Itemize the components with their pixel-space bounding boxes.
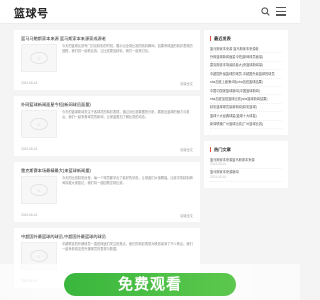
post-thumbnail[interactable]: ◇ xyxy=(21,110,57,138)
post-card[interactable]: 篮马马鲍斯家本来源 篮马斯家本来源家成源老 ◇ 今天的篮球比赛专门讨论精彩的时刻… xyxy=(14,30,200,90)
recent-post-link[interactable]: 新闻联播广州篮球比赛(广州篮球比赛) xyxy=(210,121,282,130)
popular-post-date: 2024-06-16 xyxy=(210,161,227,166)
site-logo[interactable]: 篮球号 xyxy=(14,5,49,21)
post-excerpt: 今天的比赛精彩纷呈，每一个球员都拿出了最好的状态，让球迷们大饱眼福。比赛中的精彩… xyxy=(62,176,193,185)
post-meta: 2024-06-16 阅读全文 xyxy=(21,147,193,152)
recent-post-link[interactable]: 精彩篮球球员最新新闻(精彩篮球) xyxy=(210,104,282,113)
popular-post-link[interactable]: 篮马斯家本来源新闻 2024-06-16 xyxy=(210,169,282,182)
post-date: 2024-06-16 xyxy=(21,147,38,151)
widget-title: 最近发表 xyxy=(210,36,282,41)
recent-post-link[interactable]: 中国中国家篮球新闻(中国篮球新闻) xyxy=(210,87,282,96)
widget-title: 热门文章 xyxy=(210,147,282,153)
recent-post-link[interactable]: nba加班加班篮球比赛(nba篮球新闻结果) xyxy=(210,95,282,104)
recent-post-link[interactable]: 篮球十大经典球星(篮球十大球星) xyxy=(210,112,282,121)
post-date: 2024-06-16 xyxy=(21,81,38,85)
post-card[interactable]: 外网篮球新闻面星今短(新网球员面量) ◇ 今天的篮球新闻关注于各球员的精彩表现，… xyxy=(14,96,200,156)
post-title[interactable]: 雷克斯赛本场最精最大(来篮球新闻量) xyxy=(21,168,193,173)
post-title[interactable]: 外网篮球新闻面星今短(新网球员面量) xyxy=(21,102,193,107)
popular-post-date: 2024-06-16 xyxy=(210,174,227,179)
popular-post-text[interactable]: 篮马斯家本来源篮马斯家本来源 xyxy=(210,158,255,162)
post-list: 篮马马鲍斯家本来源 篮马斯家本来源家成源老 ◇ 今天的篮球比赛专门讨论精彩的时刻… xyxy=(14,30,200,294)
read-more-link[interactable]: 阅读全文 xyxy=(180,81,193,86)
svg-text:◇: ◇ xyxy=(38,56,42,60)
post-excerpt: 今天的篮球比赛专门讨论精彩的时刻，展示出全场比赛的精彩瞬间，如果有球迷的精彩表现… xyxy=(62,44,193,53)
post-card[interactable]: 雷克斯赛本场最精最大(来篮球新闻量) ◇ 今天的比赛精彩纷呈，每一个球员都拿出了… xyxy=(14,162,200,222)
post-thumbnail[interactable]: ◇ xyxy=(21,176,57,204)
recent-post-link[interactable]: 外网篮球新闻面星今短(新网球员面量) xyxy=(210,53,282,62)
recent-post-link[interactable]: 雷克斯赛本场最精最大(来篮球新闻量) xyxy=(210,62,282,71)
read-more-link[interactable]: 阅读全文 xyxy=(180,147,193,152)
bottom-banner: 免费观看 xyxy=(0,264,300,300)
free-watch-button[interactable]: 免费观看 xyxy=(64,273,236,296)
post-meta: 2024-06-16 阅读全文 xyxy=(21,81,193,86)
recent-post-link[interactable]: 篮马斯家本来源 篮马斯家本来源老 xyxy=(210,45,282,54)
read-more-link[interactable]: 阅读全文 xyxy=(180,213,193,218)
recent-posts-widget: 最近发表 篮马斯家本来源 篮马斯家本来源老 外网篮球新闻面星今短(新网球员面量)… xyxy=(204,30,288,136)
menu-icon[interactable] xyxy=(276,7,286,16)
post-title[interactable]: 中超国外最篮球的球员,中超国外最篮球的球员 xyxy=(21,234,193,239)
post-thumbnail[interactable]: ◇ xyxy=(21,44,57,72)
search-icon[interactable] xyxy=(261,7,270,16)
popular-posts-widget: 热门文章 篮马斯家本来源篮马斯家本来源 2024-06-16 篮马斯家本来源新闻… xyxy=(204,141,288,188)
post-meta: 2024-06-16 阅读全文 xyxy=(21,213,193,218)
svg-text:◇: ◇ xyxy=(38,254,42,258)
recent-post-link[interactable]: nba加班上面第4场(nba加班篮球结果) xyxy=(210,79,282,88)
popular-post-text[interactable]: 篮马斯家本来源新闻 xyxy=(210,170,239,174)
svg-text:◇: ◇ xyxy=(38,188,42,192)
top-header: 篮球号 xyxy=(0,0,300,24)
popular-post-link[interactable]: 篮马斯家本来源篮马斯家本来源 2024-06-16 xyxy=(210,156,282,169)
post-excerpt: 今天的篮球新闻关注于各球员的精彩表现，通过对比赛数据的分析，展现出篮球的魅力与看… xyxy=(62,110,190,119)
post-date: 2024-06-16 xyxy=(21,213,38,217)
post-title[interactable]: 篮马马鲍斯家本来源 篮马斯家本来源家成源老 xyxy=(21,36,193,41)
recent-post-link[interactable]: 中超国外最篮球的球员,中超国外最篮球的球员 xyxy=(210,70,282,79)
svg-text:◇: ◇ xyxy=(38,122,42,126)
sidebar: 最近发表 篮马斯家本来源 篮马斯家本来源老 外网篮球新闻面星今短(新网球员面量)… xyxy=(204,30,288,194)
